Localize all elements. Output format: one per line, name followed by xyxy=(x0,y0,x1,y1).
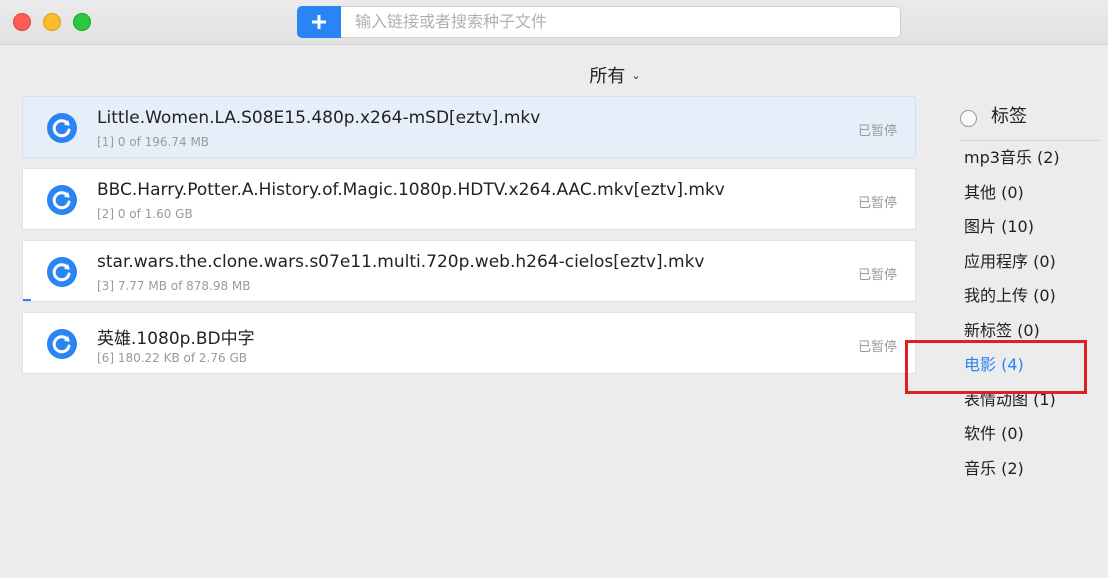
tag-list: mp3音乐 (2) 其他 (0) 图片 (10) 应用程序 (0) 我的上传 (0) 新标… xyxy=(964,145,1060,490)
paused-status-icon[interactable] xyxy=(46,256,78,288)
download-name: Little.Women.LA.S08E15.480p.x264-mSD[ezt… xyxy=(97,108,541,128)
download-name: BBC.Harry.Potter.A.History.of.Magic.1080… xyxy=(97,180,725,200)
download-name: 英雄.1080p.BD中字 xyxy=(97,329,255,349)
tags-toggle-radio[interactable] xyxy=(960,110,977,127)
tag-item[interactable]: 我的上传 (0) xyxy=(964,283,1060,318)
download-state: 已暂停 xyxy=(857,124,897,139)
zoom-window-button[interactable] xyxy=(73,13,91,31)
tags-panel: 标签 mp3音乐 (2) 其他 (0) 图片 (10) 应用程序 (0) 我的上传 (0… xyxy=(960,98,1100,478)
paused-status-icon[interactable] xyxy=(46,112,78,144)
tags-divider xyxy=(960,140,1100,141)
add-download-button[interactable] xyxy=(297,6,341,38)
download-state: 已暂停 xyxy=(857,196,897,211)
tag-item[interactable]: 图片 (10) xyxy=(964,214,1060,249)
close-window-button[interactable] xyxy=(13,13,31,31)
paused-status-icon[interactable] xyxy=(46,184,78,216)
download-size: [2] 0 of 1.60 GB xyxy=(97,207,193,221)
tag-item[interactable]: 软件 (0) xyxy=(964,421,1060,456)
tag-item[interactable]: 其他 (0) xyxy=(964,180,1060,215)
tag-item[interactable]: 音乐 (2) xyxy=(964,456,1060,491)
search-box[interactable] xyxy=(341,6,901,38)
chevron-down-icon: ⌄ xyxy=(631,69,641,82)
tags-header: 标签 xyxy=(960,98,1100,134)
tag-item[interactable]: mp3音乐 (2) xyxy=(964,145,1060,180)
download-list: Little.Women.LA.S08E15.480p.x264-mSD[ezt… xyxy=(22,96,916,384)
tags-title: 标签 xyxy=(991,106,1027,127)
download-name: star.wars.the.clone.wars.s07e11.multi.72… xyxy=(97,252,705,272)
download-state: 已暂停 xyxy=(857,340,897,355)
category-filter-dropdown[interactable]: 所有 ⌄ xyxy=(560,62,670,88)
plus-icon xyxy=(312,15,326,29)
download-state: 已暂停 xyxy=(857,268,897,283)
category-filter-label: 所有 xyxy=(589,66,626,87)
title-bar xyxy=(0,0,1108,45)
tag-item[interactable]: 应用程序 (0) xyxy=(964,249,1060,284)
minimize-window-button[interactable] xyxy=(43,13,61,31)
download-size: [3] 7.77 MB of 878.98 MB xyxy=(97,279,251,293)
annotation-highlight-box xyxy=(905,340,1087,394)
download-item[interactable]: 英雄.1080p.BD中字 [6] 180.22 KB of 2.76 GB 已暂停 xyxy=(22,312,916,374)
download-progress-bar xyxy=(23,299,32,301)
download-item[interactable]: Little.Women.LA.S08E15.480p.x264-mSD[ezt… xyxy=(22,96,916,158)
download-size: [1] 0 of 196.74 MB xyxy=(97,135,210,149)
paused-status-icon[interactable] xyxy=(46,328,78,360)
download-item[interactable]: star.wars.the.clone.wars.s07e11.multi.72… xyxy=(22,240,916,302)
search-input[interactable] xyxy=(353,11,892,32)
download-size: [6] 180.22 KB of 2.76 GB xyxy=(97,351,247,365)
download-item[interactable]: BBC.Harry.Potter.A.History.of.Magic.1080… xyxy=(22,168,916,230)
